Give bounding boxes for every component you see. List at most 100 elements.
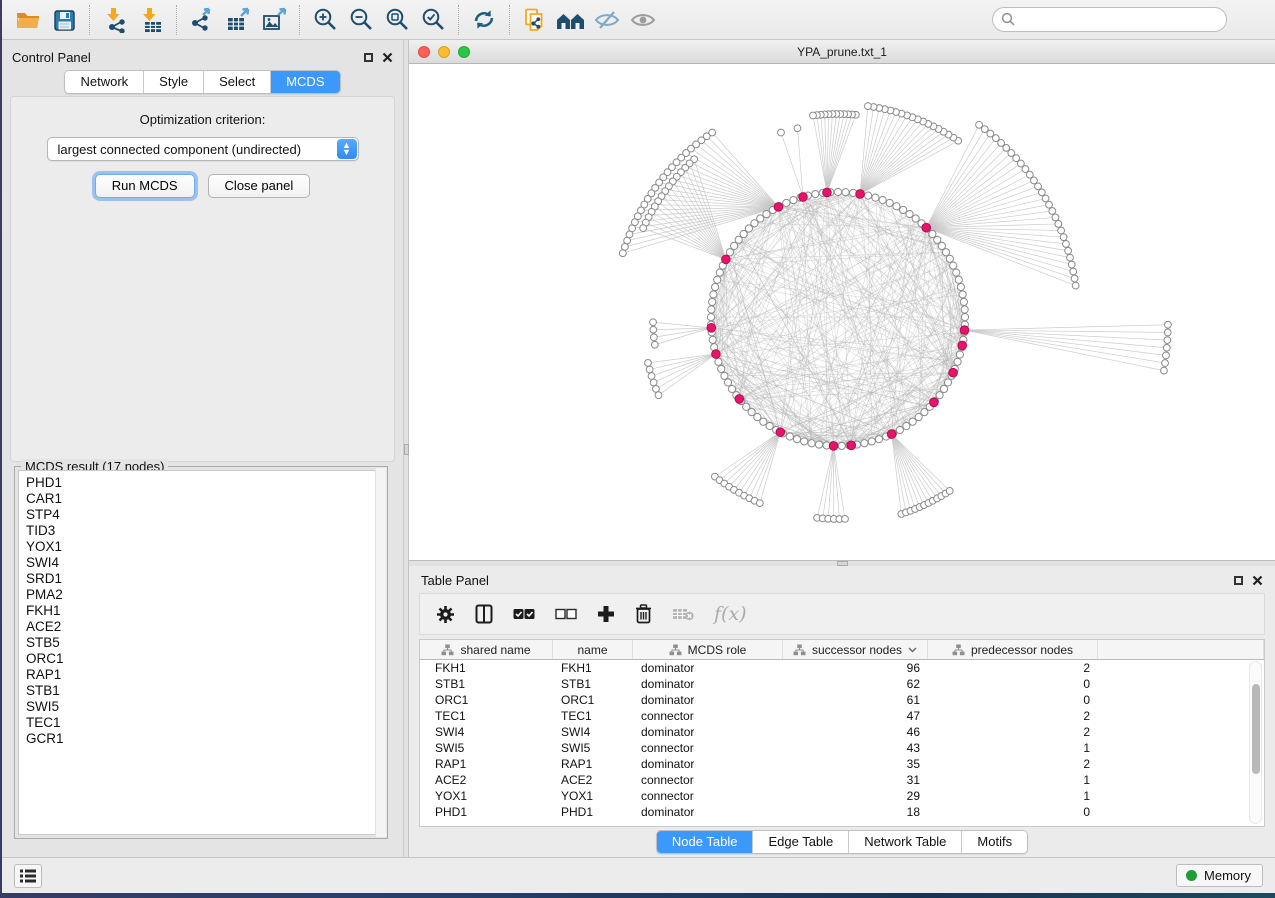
tab-style[interactable]: Style (144, 71, 204, 93)
network-node[interactable] (1046, 201, 1053, 208)
table-cell[interactable]: SWI4 (553, 725, 633, 739)
network-node[interactable] (726, 249, 733, 256)
column-header-MCDS-role[interactable]: MCDS role (633, 640, 783, 659)
mcds-result-item[interactable]: SWI4 (26, 555, 383, 571)
table-row[interactable]: SWI5SWI5connector431 (420, 740, 1264, 756)
column-header-predecessor-nodes[interactable]: predecessor nodes (928, 640, 1098, 659)
network-node[interactable] (801, 438, 808, 445)
show-panels-list-button[interactable] (14, 864, 42, 888)
network-node[interactable] (886, 199, 893, 206)
table-cell[interactable]: 31 (783, 773, 928, 787)
network-node[interactable] (650, 326, 657, 333)
mcds-node[interactable] (823, 188, 832, 197)
network-node[interactable] (766, 422, 773, 429)
network-node[interactable] (865, 103, 872, 110)
maximize-window-icon[interactable] (458, 46, 470, 58)
refresh-layout-button[interactable] (466, 4, 502, 36)
network-node[interactable] (953, 269, 960, 276)
mcds-node[interactable] (735, 395, 744, 404)
mcds-result-list[interactable]: PHD1CAR1STP4TID3YOX1SWI4SRD1PMA2FKH1ACE2… (18, 470, 384, 835)
mcds-node[interactable] (960, 326, 969, 335)
network-node[interactable] (893, 203, 900, 210)
network-node[interactable] (956, 351, 963, 358)
network-node[interactable] (716, 269, 723, 276)
table-cell[interactable]: 2 (928, 757, 1098, 771)
table-cell[interactable]: SWI5 (553, 741, 633, 755)
network-node[interactable] (715, 358, 722, 365)
table-cell[interactable]: connector (633, 773, 783, 787)
network-node[interactable] (868, 438, 875, 445)
run-mcds-button[interactable]: Run MCDS (95, 174, 195, 198)
network-node[interactable] (861, 440, 868, 447)
column-header-successor-nodes[interactable]: successor nodes (783, 640, 928, 659)
network-node[interactable] (950, 262, 957, 269)
table-row[interactable]: YOX1YOX1connector291 (420, 788, 1264, 804)
network-node[interactable] (1065, 247, 1072, 254)
network-node[interactable] (707, 314, 714, 321)
mcds-node[interactable] (922, 223, 931, 232)
mcds-result-item[interactable]: TID3 (26, 523, 383, 539)
network-node[interactable] (728, 385, 735, 392)
mcds-result-item[interactable]: SRD1 (26, 571, 383, 587)
network-canvas[interactable] (409, 64, 1275, 560)
table-cell[interactable]: TEC1 (420, 709, 553, 723)
network-node[interactable] (708, 306, 715, 313)
network-node[interactable] (944, 379, 951, 386)
network-node[interactable] (790, 196, 797, 203)
mcds-node[interactable] (856, 190, 865, 199)
table-cell[interactable]: PHD1 (420, 805, 553, 819)
export-image-button[interactable] (256, 4, 292, 36)
network-node[interactable] (838, 442, 845, 449)
network-node[interactable] (619, 250, 626, 257)
network-node[interactable] (1058, 227, 1065, 234)
table-row[interactable]: SWI4SWI4dominator462 (420, 724, 1264, 740)
network-node[interactable] (903, 422, 910, 429)
open-session-button[interactable] (10, 4, 46, 36)
table-cell[interactable]: ORC1 (420, 693, 553, 707)
network-node[interactable] (651, 341, 658, 348)
export-network-button[interactable] (184, 4, 220, 36)
network-node[interactable] (1038, 189, 1045, 196)
table-cell[interactable]: dominator (633, 693, 783, 707)
splitter-handle[interactable] (837, 561, 848, 566)
mcds-node[interactable] (712, 350, 721, 359)
network-node[interactable] (936, 392, 943, 399)
import-table-button[interactable] (133, 4, 169, 36)
network-node[interactable] (1071, 275, 1078, 282)
mcds-result-item[interactable]: PHD1 (26, 475, 383, 491)
mcds-node[interactable] (774, 203, 783, 212)
zoom-in-button[interactable] (307, 4, 343, 36)
network-node[interactable] (875, 436, 882, 443)
table-cell[interactable]: 2 (928, 709, 1098, 723)
select-all-button[interactable] (513, 608, 535, 620)
table-cell[interactable]: PHD1 (553, 805, 633, 819)
table-cell[interactable]: FKH1 (553, 661, 633, 675)
network-node[interactable] (653, 385, 660, 392)
network-node[interactable] (756, 500, 763, 507)
network-node[interactable] (709, 336, 716, 343)
table-row[interactable]: FKH1FKH1dominator962 (420, 660, 1264, 676)
column-header-shared-name[interactable]: shared name (420, 640, 553, 659)
network-node[interactable] (961, 314, 968, 321)
network-node[interactable] (940, 385, 947, 392)
table-cell[interactable]: 1 (928, 789, 1098, 803)
network-node[interactable] (735, 236, 742, 243)
criterion-dropdown[interactable]: largest connected component (undirected)… (47, 137, 359, 161)
table-cell[interactable]: RAP1 (420, 757, 553, 771)
network-node[interactable] (808, 440, 815, 447)
table-cell[interactable]: connector (633, 741, 783, 755)
network-node[interactable] (960, 298, 967, 305)
tab-network-table[interactable]: Network Table (849, 831, 962, 853)
table-cell[interactable]: FKH1 (420, 661, 553, 675)
network-node[interactable] (650, 319, 657, 326)
network-node[interactable] (793, 436, 800, 443)
network-graph[interactable] (409, 64, 1274, 560)
export-table-button[interactable] (220, 4, 256, 36)
close-panel-icon[interactable] (1252, 575, 1263, 586)
table-cell[interactable]: TEC1 (553, 709, 633, 723)
table-cell[interactable]: 0 (928, 805, 1098, 819)
network-node[interactable] (783, 199, 790, 206)
network-node[interactable] (760, 418, 767, 425)
import-network-button[interactable] (97, 4, 133, 36)
network-node[interactable] (1063, 241, 1070, 248)
